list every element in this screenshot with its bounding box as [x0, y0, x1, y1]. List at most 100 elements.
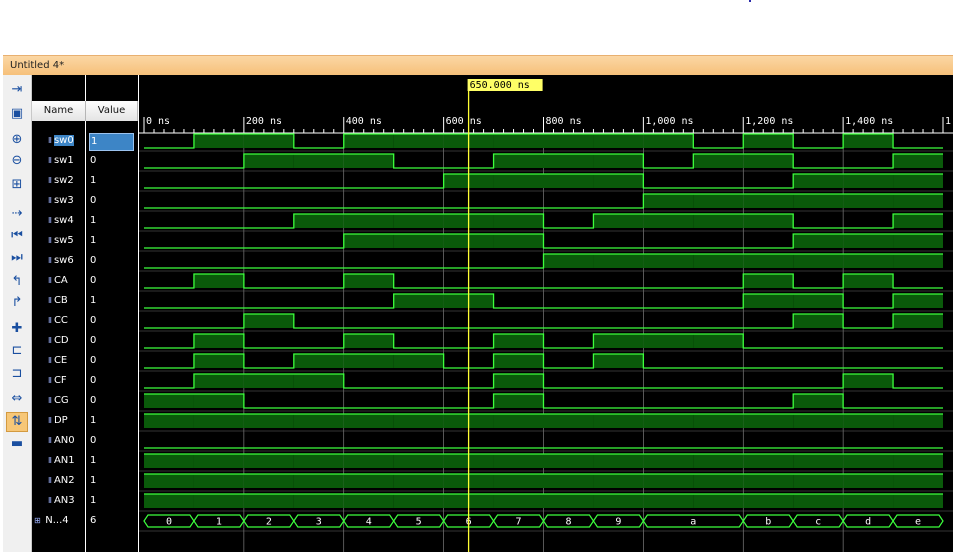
- signal-value: 0: [90, 275, 97, 286]
- signal-value: 1: [90, 295, 97, 306]
- wave-high-fill: [693, 254, 744, 268]
- zoom-full-icon[interactable]: ⊞: [7, 176, 27, 194]
- wave-high-fill: [343, 214, 394, 228]
- next-transition-icon[interactable]: ↱: [7, 294, 27, 312]
- signal-value: 0: [90, 355, 97, 366]
- wave-high-fill: [293, 494, 344, 508]
- signal-name-an1[interactable]: Ⅱ AN1: [48, 453, 75, 469]
- time-axis-label: 1,200 ns: [745, 116, 793, 127]
- signal-name-sw6[interactable]: Ⅱsw6: [48, 253, 74, 269]
- wave-high-fill: [743, 474, 794, 488]
- waveform-canvas[interactable]: 0 ns 200 ns 400 ns 600 ns 800 ns 1,000 ns 1,20…: [139, 75, 953, 552]
- signal-name-cg[interactable]: Ⅱ CG: [48, 393, 69, 409]
- signal-name-label: N...4: [45, 515, 69, 526]
- wave-high-fill: [393, 474, 444, 488]
- wave-high-fill: [693, 454, 744, 468]
- wave-high-fill: [743, 254, 794, 268]
- wave-high-fill: [843, 414, 894, 428]
- wave-high-fill: [543, 494, 594, 508]
- signal-icon: Ⅱ: [48, 236, 52, 245]
- signal-name-ca[interactable]: Ⅱ CA: [48, 273, 68, 289]
- signal-icon: Ⅱ: [48, 356, 52, 365]
- wave-high-fill: [693, 474, 744, 488]
- signal-value: 0: [90, 395, 97, 406]
- wave-high-fill: [743, 294, 794, 308]
- signal-name-sw5[interactable]: Ⅱsw5: [48, 233, 74, 249]
- signal-name-cf[interactable]: Ⅱ CF: [48, 373, 67, 389]
- bus-value-label: d: [865, 517, 871, 528]
- wave-line-sw4: [144, 213, 943, 229]
- signal-name-sw1[interactable]: Ⅱsw1: [48, 153, 74, 169]
- signal-name-sw3[interactable]: Ⅱsw3: [48, 193, 74, 209]
- signal-name-an0[interactable]: Ⅱ AN0: [48, 433, 75, 449]
- wave-high-fill: [493, 454, 544, 468]
- wave-high-fill: [693, 414, 744, 428]
- waveform-area[interactable]: 0 ns 200 ns 400 ns 600 ns 800 ns 1,000 ns 1,20…: [139, 75, 953, 552]
- wave-high-fill: [743, 494, 794, 508]
- signal-name-label: AN0: [53, 435, 75, 446]
- signal-icon: Ⅱ: [48, 296, 52, 305]
- wave-high-fill: [843, 134, 894, 148]
- prev-marker-icon[interactable]: ⊏: [7, 342, 27, 360]
- window-title: Untitled 4*: [10, 60, 65, 71]
- wave-high-fill: [293, 354, 344, 368]
- wave-high-fill: [843, 254, 894, 268]
- wave-high-fill: [843, 234, 894, 248]
- snap-transition-icon[interactable]: ⇅: [6, 412, 28, 432]
- wave-high-fill: [593, 334, 644, 348]
- wave-high-fill: [543, 474, 594, 488]
- signal-name-cb[interactable]: Ⅱ CB: [48, 293, 68, 309]
- wave-high-fill: [593, 354, 644, 368]
- signal-name-cc[interactable]: Ⅱ CC: [48, 313, 68, 329]
- expand-bus-icon[interactable]: ⊞: [34, 516, 43, 525]
- wave-high-fill: [793, 254, 844, 268]
- signal-name-ce[interactable]: Ⅱ CE: [48, 353, 67, 369]
- signal-value: 0: [90, 195, 97, 206]
- wave-high-fill: [643, 334, 694, 348]
- signal-name-sw4[interactable]: Ⅱsw4: [48, 213, 74, 229]
- signal-icon: Ⅱ: [48, 196, 52, 205]
- wave-high-fill: [793, 174, 844, 188]
- zoom-in-icon[interactable]: ⊕: [7, 131, 27, 149]
- goto-cursor-icon[interactable]: ⇢: [7, 205, 27, 223]
- signal-icon: Ⅱ: [48, 396, 52, 405]
- wave-high-fill: [893, 474, 943, 488]
- wave-high-fill: [693, 154, 744, 168]
- bus-value-label: 1: [216, 517, 222, 528]
- wave-high-fill: [593, 154, 644, 168]
- wave-high-fill: [793, 314, 844, 328]
- wave-high-fill: [593, 474, 644, 488]
- signal-value: 1: [90, 455, 97, 466]
- wave-high-fill: [543, 154, 594, 168]
- add-marker-icon[interactable]: ✚: [7, 320, 27, 338]
- signal-name-label: sw3: [53, 195, 74, 206]
- wave-toolbar: ⇥ ▣ ⊕ ⊖ ⊞ ⇢ ⏮ ⏭ ↰ ↱ ✚ ⊏ ⊐ ⇔ ⇅ ▬: [3, 75, 32, 552]
- signal-name-dp[interactable]: Ⅱ DP: [48, 413, 68, 429]
- value-column-header[interactable]: Value: [86, 101, 138, 121]
- goto-end-icon[interactable]: ⏭: [7, 249, 27, 267]
- prev-transition-icon[interactable]: ↰: [7, 273, 27, 291]
- name-column-header[interactable]: Name: [32, 101, 86, 121]
- signal-name-n4[interactable]: ⊞ N...4: [34, 513, 69, 529]
- signal-name-cd[interactable]: Ⅱ CD: [48, 333, 69, 349]
- zoom-fit-icon[interactable]: ⇥: [7, 81, 27, 99]
- blue-dot-artifact: [749, 0, 751, 2]
- signal-name-sw2[interactable]: Ⅱsw2: [48, 173, 74, 189]
- signal-name-sw0[interactable]: Ⅱsw0: [48, 133, 74, 149]
- signal-name-label: DP: [53, 415, 68, 426]
- next-marker-icon[interactable]: ⊐: [7, 365, 27, 383]
- wave-high-fill: [643, 134, 694, 148]
- wave-high-fill: [893, 454, 943, 468]
- goto-start-icon[interactable]: ⏮: [7, 227, 27, 245]
- signal-name-label: CE: [53, 355, 68, 366]
- swap-cursors-icon[interactable]: ⇔: [7, 390, 27, 408]
- save-icon[interactable]: ▣: [7, 105, 27, 123]
- wave-high-fill: [293, 154, 344, 168]
- bus-value-label: 2: [266, 517, 272, 528]
- signal-name-an3[interactable]: Ⅱ AN3: [48, 493, 75, 509]
- wave-high-fill: [493, 414, 544, 428]
- zoom-out-icon[interactable]: ⊖: [7, 152, 27, 170]
- window-title-bar: Untitled 4*: [3, 55, 953, 75]
- floating-ruler-icon[interactable]: ▬: [7, 435, 27, 453]
- signal-name-an2[interactable]: Ⅱ AN2: [48, 473, 75, 489]
